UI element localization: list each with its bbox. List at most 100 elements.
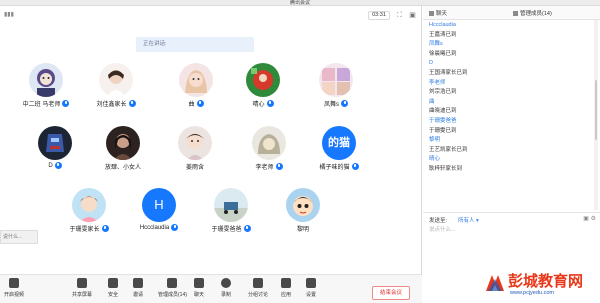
chat-message-text: 徐晨曦已到 [429, 50, 457, 57]
record-icon [221, 278, 231, 288]
microphone-icon [351, 163, 359, 170]
participant-name: 于珊雯家长 [69, 227, 100, 233]
brand-name: 彭城教育网 [508, 272, 584, 290]
breakout-icon [253, 278, 263, 288]
chat-message-text: 王嘉涛已到 [429, 31, 457, 38]
send-to-select[interactable]: 所有人 ▾ [458, 216, 479, 224]
participant-tile[interactable]: 姜雨含 [160, 126, 230, 171]
gear-icon [306, 278, 316, 288]
microphone-icon [275, 163, 283, 170]
shield-icon [108, 278, 118, 288]
tab-manage-members[interactable]: 管理成员(14) [513, 9, 552, 17]
participant-name: 放肆、小女人 [104, 165, 141, 171]
chat-tabs: 聊天 管理成员(14) [423, 6, 600, 20]
avatar [99, 63, 133, 97]
avatar [246, 63, 280, 97]
microphone-icon [171, 224, 179, 231]
avatar [286, 188, 320, 222]
apps-icon [281, 278, 291, 288]
participant-tile[interactable]: 放肆、小女人 [88, 126, 158, 171]
end-meeting-button[interactable]: 结束会议 [372, 286, 410, 300]
record-button[interactable]: 录制 [221, 278, 231, 298]
microphone-icon [341, 100, 348, 107]
send-toolbar: ▣ ⚙ [583, 215, 596, 222]
participant-tile[interactable]: 黎明 [268, 188, 338, 233]
chat-sender: 黎明 [429, 137, 441, 144]
brand-url: www.pcjyedu.com [510, 290, 555, 296]
chat-message-text: 于珊雯已到 [429, 127, 457, 134]
chat-message-text: 耿梓轩家长到 [429, 165, 463, 172]
share-screen-icon [77, 278, 87, 288]
chat-panel: 聊天 管理成员(14) Hccclaudia 王嘉涛已到 凤舞s 徐晨曦已到 D 王国涛家… [423, 6, 600, 303]
participant-name: 橘子味的猫 [319, 165, 350, 171]
participant-tile[interactable]: 的猫 橘子味的猫 [304, 126, 374, 171]
participant-name: 黎明 [296, 227, 309, 233]
chat-button[interactable]: 聊天 [194, 278, 204, 298]
chat-sender: 晴心 [429, 156, 441, 163]
participant-tile[interactable]: 于珊雯家长 [54, 188, 124, 233]
participant-tile[interactable]: 刘佳鑫家长 [81, 63, 151, 108]
chat-sender: 李老师 [429, 79, 446, 86]
tab-chat[interactable]: 聊天 [429, 9, 447, 17]
meeting-window: 腾讯会议 ▮▮▮ 03:31 ⛶ ▣ 正在讲话: 中二班 马老师 刘佳鑫家长 曲… [0, 0, 600, 303]
chat-message-text: 王艺凯家长已到 [429, 146, 468, 153]
chat-sender: 凤舞s [429, 41, 443, 48]
start-video-button[interactable]: 开启视频 [4, 278, 24, 298]
participant-tile[interactable]: 曲 [161, 63, 231, 108]
participant-tile[interactable]: H Hccclaudia [124, 188, 194, 231]
participant-name: 曲 [188, 102, 195, 108]
participant-name: 中二班 马老师 [22, 102, 61, 108]
avatar [72, 188, 106, 222]
settings-button[interactable]: 设置 [306, 278, 316, 298]
apps-button[interactable]: 应用 [281, 278, 291, 298]
avatar [319, 63, 353, 97]
site-watermark: 彭城教育网 www.pcjyedu.com [480, 268, 600, 303]
send-to-label: 发送至: [429, 218, 448, 224]
invite-button[interactable]: 邀请 [133, 278, 143, 298]
security-button[interactable]: 安全 [108, 278, 118, 298]
avatar [29, 63, 63, 97]
image-icon[interactable]: ▣ [583, 216, 589, 222]
microphone-icon [266, 100, 274, 107]
chat-sender: 于珊雯爸爸 [429, 117, 457, 124]
camera-off-icon [9, 278, 19, 288]
avatar [214, 188, 248, 222]
avatar [178, 126, 212, 160]
avatar [106, 126, 140, 160]
chat-preview-tab[interactable]: 说什么... [0, 230, 38, 244]
invite-icon [133, 278, 143, 288]
settings-icon[interactable]: ⚙ [591, 216, 596, 222]
brand-logo-icon [486, 275, 504, 291]
microphone-icon [62, 100, 70, 107]
participant-name: 晴心 [252, 102, 265, 108]
chat-message-text: 曲晓迪已到 [429, 108, 457, 115]
chat-message-text: 王国涛家长已到 [429, 69, 468, 76]
participant-tile[interactable]: D [20, 126, 90, 169]
chat-input[interactable]: 说点什么... [429, 225, 595, 273]
participant-name: 李老师 [255, 165, 274, 171]
chat-sender: 曲 [429, 98, 435, 105]
send-bar: 发送至: 所有人 ▾ ▣ ⚙ [423, 212, 600, 224]
avatar: H [142, 188, 176, 222]
participant-tile[interactable]: 于珊雯爸爸 [196, 188, 266, 233]
participant-tile[interactable]: 中二班 马老师 [11, 63, 81, 108]
chat-scrollbar[interactable] [594, 20, 598, 210]
avatar [38, 126, 72, 160]
chat-sender: D [429, 60, 433, 67]
avatar [252, 126, 286, 160]
breakout-rooms-button[interactable]: 分组讨论 [248, 278, 268, 298]
microphone-icon [101, 225, 109, 232]
manage-members-button[interactable]: 管理成员(14) [158, 278, 187, 298]
participant-tile[interactable]: 凤舞s [301, 63, 371, 108]
avatar: 的猫 [322, 126, 356, 160]
participant-name: 姜雨含 [185, 165, 204, 171]
participant-name: 于珊雯爸爸 [211, 227, 242, 233]
avatar [179, 63, 213, 97]
share-screen-button[interactable]: 共享屏幕 [72, 278, 92, 298]
microphone-icon [54, 162, 62, 169]
participant-tile[interactable]: 晴心 [228, 63, 298, 108]
chat-message-text: 刘宗浩已到 [429, 89, 457, 96]
participant-name: Hccclaudia [139, 224, 170, 231]
members-icon [167, 278, 178, 288]
participant-tile[interactable]: 李老师 [234, 126, 304, 171]
